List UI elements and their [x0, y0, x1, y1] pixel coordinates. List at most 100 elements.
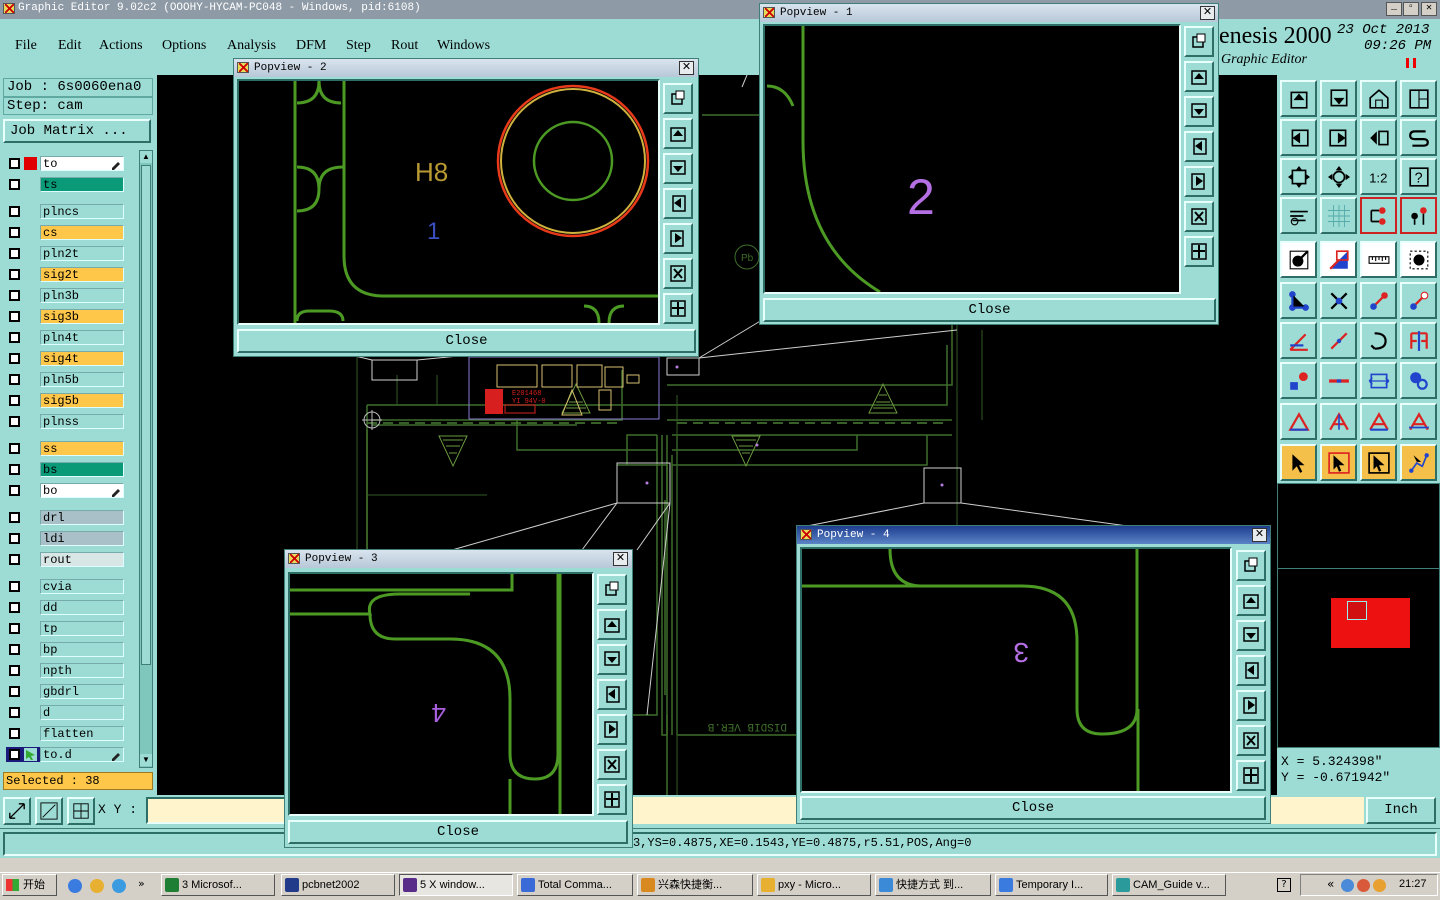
toolbar-tools-button[interactable]: [1280, 197, 1317, 234]
popview-4-pan-left-button[interactable]: [1236, 655, 1266, 686]
layer-checkbox[interactable]: [9, 686, 20, 697]
popview-1-zoom-button[interactable]: [1184, 26, 1214, 57]
scroll-thumb[interactable]: [141, 165, 151, 665]
taskbar-item-9[interactable]: CAM_Guide v...: [1112, 874, 1226, 896]
layer-row-plnss[interactable]: plnss: [6, 414, 124, 429]
layer-checkbox[interactable]: [9, 707, 20, 718]
tray-security-icon[interactable]: [1357, 879, 1370, 892]
toolbar-split-view-button[interactable]: [1400, 80, 1437, 117]
popview-2-pan-down-button[interactable]: [663, 153, 693, 184]
popview-1-zoom-in-button[interactable]: [1184, 201, 1214, 232]
quicklaunch-more-icon[interactable]: »: [138, 877, 145, 890]
tray-help-icon[interactable]: ?: [1277, 878, 1291, 892]
menu-analysis[interactable]: Analysis: [227, 38, 276, 54]
layer-checkbox[interactable]: [9, 269, 20, 280]
layer-checkbox[interactable]: [9, 395, 20, 406]
toolbar-grid-view-button[interactable]: [1320, 197, 1357, 234]
window-close-button[interactable]: ✕: [1421, 2, 1437, 16]
popview-1-pan-left-button[interactable]: [1184, 131, 1214, 162]
toolbar-pointer-select-button[interactable]: [1360, 444, 1397, 481]
taskbar-item-6[interactable]: pxy - Micro...: [757, 874, 871, 896]
layer-row-sig2t[interactable]: sig2t: [6, 267, 124, 282]
toolbar-multi-circle-button[interactable]: [1400, 362, 1437, 399]
layer-checkbox[interactable]: [9, 179, 20, 190]
scroll-up-arrow-icon[interactable]: ▲: [140, 151, 152, 163]
popview-2-zoom-out-button[interactable]: [663, 293, 693, 324]
popview-1-canvas[interactable]: 2: [763, 24, 1181, 294]
layer-row-to-d[interactable]: to.d: [6, 747, 124, 762]
command-input-area[interactable]: [632, 797, 800, 824]
taskbar-item-4[interactable]: Total Comma...: [517, 874, 633, 896]
overview-panel[interactable]: [1277, 483, 1440, 748]
layer-row-pln2t[interactable]: pln2t: [6, 246, 124, 261]
taskbar-item-5[interactable]: 兴森快捷衡...: [637, 874, 753, 896]
menu-windows[interactable]: Windows: [437, 38, 490, 54]
layer-row-sig3b[interactable]: sig3b: [6, 309, 124, 324]
toolbar-swap-button[interactable]: [1360, 119, 1397, 156]
taskbar-item-2[interactable]: pcbnet2002: [281, 874, 395, 896]
popview-2-pan-right-button[interactable]: [663, 223, 693, 254]
toolbar-dot-target-button[interactable]: [1400, 241, 1437, 278]
popview-4-canvas[interactable]: 3: [800, 547, 1232, 793]
toolbar-center-button[interactable]: [1320, 158, 1357, 195]
toolbar-network-button[interactable]: [1280, 282, 1317, 319]
layer-row-ss[interactable]: ss: [6, 441, 124, 456]
popview-4-pan-up-button[interactable]: [1236, 585, 1266, 616]
popview-3-close-x[interactable]: ✕: [613, 552, 628, 566]
toolbar-measure-button[interactable]: [1360, 362, 1397, 399]
grid-button[interactable]: [67, 797, 95, 825]
popview-3-canvas[interactable]: 4: [288, 572, 594, 816]
toolbar-horizontal-line-button[interactable]: [1320, 362, 1357, 399]
layer-checkbox[interactable]: [9, 533, 20, 544]
layer-checkbox[interactable]: [9, 416, 20, 427]
taskbar-item-7[interactable]: 快捷方式 到...: [875, 874, 991, 896]
layer-row-rout[interactable]: rout: [6, 552, 124, 567]
quicklaunch-ie-icon[interactable]: [68, 879, 82, 893]
command-input-area-right[interactable]: [1270, 797, 1364, 824]
layer-row-to[interactable]: to: [6, 156, 124, 171]
toolbar-layers-red-alt-button[interactable]: [1400, 197, 1437, 234]
layer-row-ts[interactable]: ts: [6, 177, 124, 192]
layer-row-dd[interactable]: dd: [6, 600, 124, 615]
layer-checkbox[interactable]: [9, 602, 20, 613]
layer-row-pln4t[interactable]: pln4t: [6, 330, 124, 345]
toolbar-fit-all-button[interactable]: [1280, 158, 1317, 195]
popview-1-zoom-out-button[interactable]: [1184, 236, 1214, 267]
toolbar-page-right-button[interactable]: [1320, 119, 1357, 156]
toolbar-pad-select-button[interactable]: [1280, 241, 1317, 278]
layer-checkbox[interactable]: [9, 749, 20, 760]
toolbar-ruler-button[interactable]: [1360, 241, 1397, 278]
toolbar-pointer-button[interactable]: [1280, 444, 1317, 481]
layer-row-d[interactable]: d: [6, 705, 124, 720]
popview-3-zoom-out-button[interactable]: [597, 784, 627, 815]
layer-checkbox[interactable]: [9, 374, 20, 385]
toolbar-slash-button[interactable]: [1320, 322, 1357, 359]
toolbar-triangle-b-button[interactable]: [1320, 403, 1357, 440]
layer-row-npth[interactable]: npth: [6, 663, 124, 678]
layer-row-tp[interactable]: tp: [6, 621, 124, 636]
toolbar-page-left-button[interactable]: [1280, 119, 1317, 156]
popview-4-close-x[interactable]: ✕: [1252, 528, 1267, 542]
layer-checkbox[interactable]: [9, 227, 20, 238]
taskbar-item-3[interactable]: 5 X window...: [399, 874, 513, 896]
layer-row-ldi[interactable]: ldi: [6, 531, 124, 546]
tray-expand-icon[interactable]: «: [1327, 877, 1334, 891]
popview-3-pan-right-button[interactable]: [597, 714, 627, 745]
popview-2-close-button[interactable]: Close: [237, 329, 696, 353]
minimize-button[interactable]: _: [1386, 2, 1402, 16]
taskbar-item-1[interactable]: 3 Microsof...: [161, 874, 275, 896]
zoom-fit-button[interactable]: [3, 797, 31, 825]
toolbar-home-button[interactable]: [1360, 80, 1397, 117]
popview-3-zoom-button[interactable]: [597, 574, 627, 605]
layer-checkbox[interactable]: [9, 248, 20, 259]
menu-dfm[interactable]: DFM: [296, 38, 326, 54]
layer-checkbox[interactable]: [9, 332, 20, 343]
popview-2-zoom-button[interactable]: [663, 83, 693, 114]
scroll-down-arrow-icon[interactable]: ▼: [140, 754, 152, 766]
layer-checkbox[interactable]: [9, 644, 20, 655]
tray-clock[interactable]: 21:27: [1399, 878, 1427, 890]
quicklaunch-folder-icon[interactable]: [90, 879, 104, 893]
toolbar-node-button[interactable]: [1280, 362, 1317, 399]
menu-actions[interactable]: Actions: [99, 38, 143, 54]
toolbar-line-points-button[interactable]: [1360, 282, 1397, 319]
